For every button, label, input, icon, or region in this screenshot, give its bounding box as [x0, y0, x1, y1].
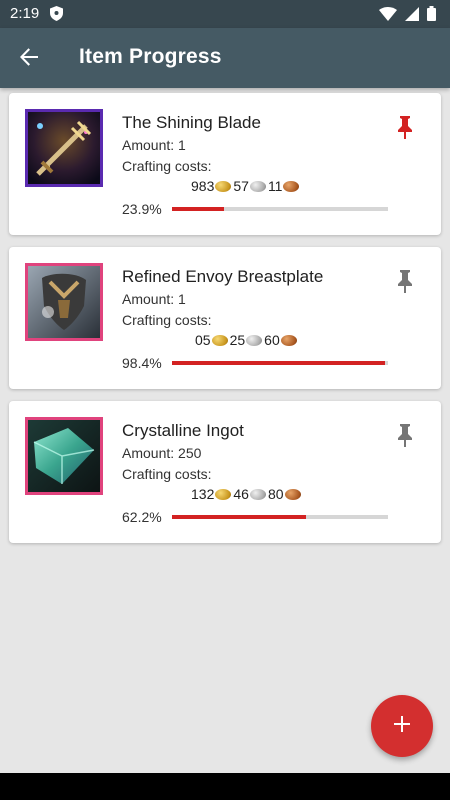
- item-image-shining-blade: [25, 109, 103, 187]
- progress-percent: 98.4%: [122, 355, 162, 371]
- item-name: Refined Envoy Breastplate: [122, 267, 324, 286]
- progress-bar: [172, 515, 388, 519]
- status-time: 2:19: [10, 5, 40, 22]
- progress-percent: 62.2%: [122, 509, 162, 525]
- add-icon: [392, 714, 412, 739]
- silver-coin-icon: [246, 334, 263, 346]
- pin-button[interactable]: [394, 115, 416, 139]
- pin-icon: [394, 270, 416, 297]
- silver-value: 25: [229, 332, 246, 348]
- item-name: The Shining Blade: [122, 113, 261, 132]
- crafting-costs: 983 57 11: [191, 178, 301, 194]
- status-icons: [379, 6, 436, 26]
- crafting-costs-label: Crafting costs:: [122, 466, 212, 482]
- app-bar: Item Progress: [0, 28, 450, 88]
- pin-icon: [394, 116, 416, 143]
- crafting-costs: 132 46 80: [191, 486, 303, 502]
- progress-fill: [172, 207, 224, 211]
- crafting-costs-label: Crafting costs:: [122, 158, 212, 174]
- wifi-icon: [379, 6, 397, 26]
- copper-coin-icon: [284, 488, 301, 500]
- item-image-crystalline-ingot: [25, 417, 103, 495]
- signal-icon: [405, 6, 419, 26]
- silver-value: 57: [233, 178, 249, 194]
- pin-button[interactable]: [394, 269, 416, 293]
- silver-coin-icon: [249, 488, 266, 500]
- pin-icon: [394, 424, 416, 451]
- gold-coin-icon: [215, 180, 232, 192]
- item-card[interactable]: Crystalline Ingot Amount: 250 Crafting c…: [9, 401, 441, 543]
- gold-value: 132: [191, 486, 215, 502]
- crafting-costs: 05 25 60: [195, 332, 299, 348]
- progress-bar: [172, 207, 388, 211]
- copper-coin-icon: [280, 334, 297, 346]
- item-amount: Amount: 250: [122, 445, 202, 461]
- item-card[interactable]: The Shining Blade Amount: 1 Crafting cos…: [9, 93, 441, 235]
- progress-percent: 23.9%: [122, 201, 162, 217]
- page-title: Item Progress: [79, 45, 222, 68]
- copper-coin-icon: [283, 180, 300, 192]
- gold-value: 983: [191, 178, 215, 194]
- progress-fill: [172, 361, 385, 365]
- gold-coin-icon: [215, 488, 232, 500]
- back-button[interactable]: [14, 44, 44, 74]
- copper-value: 11: [267, 178, 283, 194]
- arrow-back-icon: [19, 47, 39, 72]
- pin-button[interactable]: [394, 423, 416, 447]
- add-item-button[interactable]: [371, 695, 433, 757]
- item-amount: Amount: 1: [122, 137, 186, 153]
- navigation-bar: [0, 773, 450, 800]
- shield-icon: [50, 6, 63, 26]
- item-card[interactable]: Refined Envoy Breastplate Amount: 1 Craf…: [9, 247, 441, 389]
- progress-fill: [172, 515, 307, 519]
- silver-value: 46: [233, 486, 249, 502]
- silver-coin-icon: [249, 180, 266, 192]
- gold-value: 05: [195, 332, 211, 348]
- gold-coin-icon: [211, 334, 228, 346]
- item-name: Crystalline Ingot: [122, 421, 244, 440]
- crafting-costs-label: Crafting costs:: [122, 312, 212, 328]
- battery-icon: [427, 6, 436, 26]
- copper-value: 60: [264, 332, 280, 348]
- copper-value: 80: [267, 486, 284, 502]
- item-image-envoy-breastplate: [25, 263, 103, 341]
- item-amount: Amount: 1: [122, 291, 186, 307]
- progress-bar: [172, 361, 388, 365]
- status-bar: 2:19: [0, 0, 450, 28]
